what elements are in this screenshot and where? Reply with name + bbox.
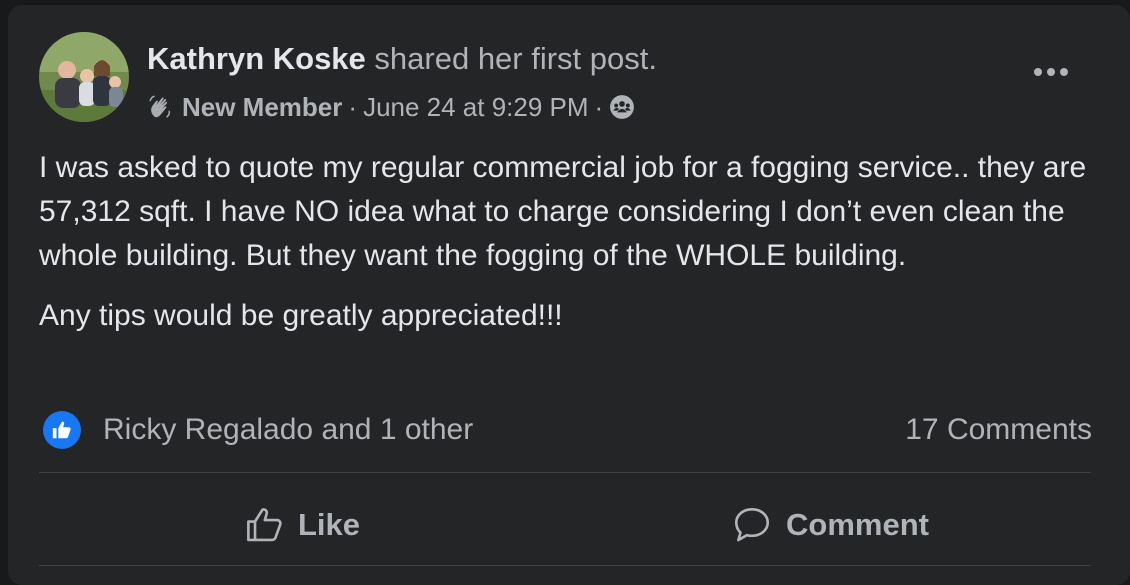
post-paragraph: I was asked to quote my regular commerci… <box>39 151 1087 272</box>
meta-separator: · <box>594 91 604 122</box>
member-badge[interactable]: New Member <box>182 92 342 123</box>
post-header-line: Kathryn Koske shared her first post. <box>147 39 657 79</box>
post-paragraph: Any tips would be greatly appreciated!!! <box>39 299 563 332</box>
reactions-summary[interactable]: Ricky Regalado and 1 other <box>43 408 473 452</box>
meta-separator: · <box>348 91 358 122</box>
like-button[interactable]: Like <box>244 495 360 555</box>
thumbs-up-icon <box>244 504 286 546</box>
comment-button[interactable]: Comment <box>730 495 929 555</box>
author-name[interactable]: Kathryn Koske <box>147 41 366 76</box>
like-reaction-icon <box>43 411 81 449</box>
post-body: I was asked to quote my regular commerci… <box>39 146 1104 354</box>
like-label: Like <box>298 507 361 542</box>
more-options-icon <box>1034 68 1068 76</box>
post-timestamp[interactable]: June 24 at 9:29 PM <box>363 92 588 123</box>
divider <box>39 472 1091 473</box>
comment-icon <box>730 504 774 546</box>
group-icon[interactable] <box>609 94 635 120</box>
post-action-text: shared her first post. <box>374 41 657 76</box>
post-meta: New Member · June 24 at 9:29 PM · <box>147 89 635 125</box>
author-avatar[interactable] <box>39 32 129 122</box>
reaction-names[interactable]: Ricky Regalado and 1 other <box>103 413 473 447</box>
post-card: Kathryn Koske shared her first post. New… <box>8 5 1130 585</box>
waving-hand-icon <box>147 94 173 120</box>
divider <box>39 565 1091 566</box>
comment-label: Comment <box>786 507 929 542</box>
comments-count[interactable]: 17 Comments <box>905 408 1092 452</box>
more-options-button[interactable] <box>1026 57 1076 87</box>
